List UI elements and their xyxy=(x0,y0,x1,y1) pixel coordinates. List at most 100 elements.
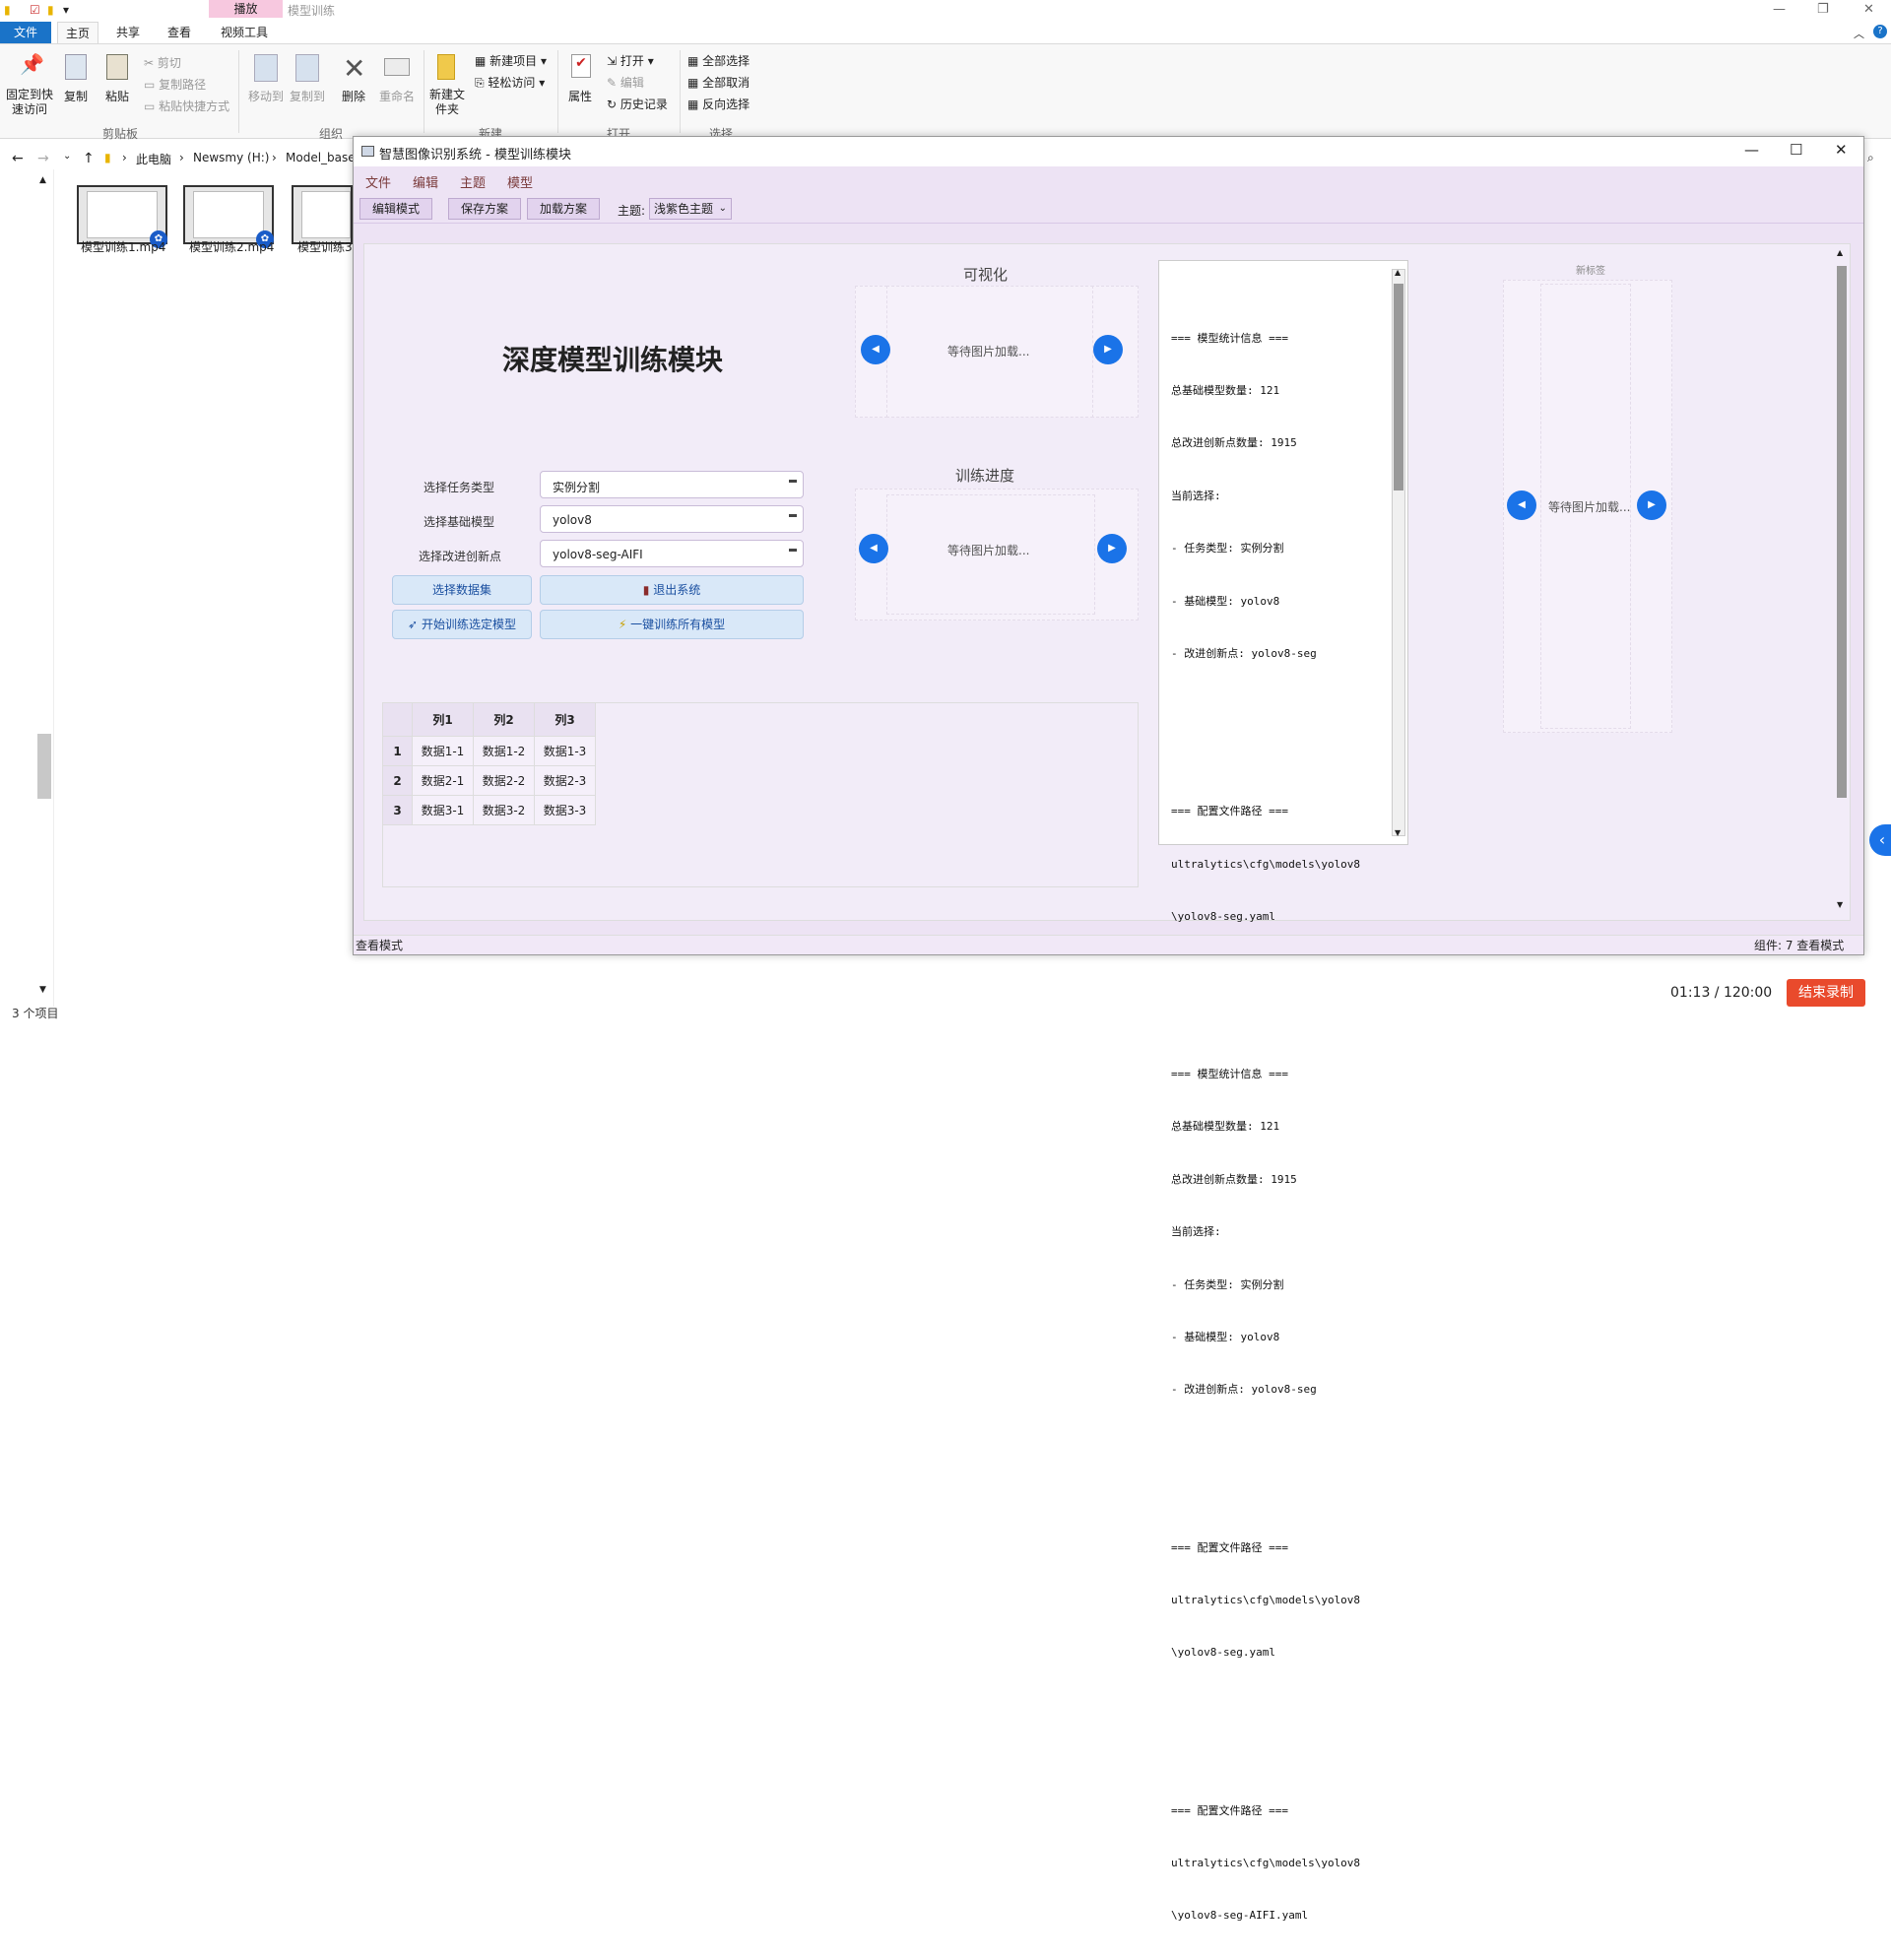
video-thumbnail[interactable] xyxy=(292,185,353,244)
close-icon[interactable]: ✕ xyxy=(1863,2,1874,17)
scroll-up-icon[interactable]: ▲ xyxy=(1395,268,1401,277)
base-model-combo[interactable]: yolov8 xyxy=(540,505,804,533)
table-cell[interactable]: 数据1-2 xyxy=(474,737,535,766)
train-selected-button[interactable]: ➶ 开始训练选定模型 xyxy=(392,610,532,639)
forward-icon[interactable]: → xyxy=(37,151,49,166)
table-cell[interactable]: 数据3-3 xyxy=(535,796,596,825)
properties-button[interactable]: 属性 xyxy=(565,88,595,104)
table-cell[interactable]: 数据2-1 xyxy=(413,766,474,796)
column-header[interactable]: 列2 xyxy=(474,703,535,737)
scroll-thumb[interactable] xyxy=(1837,266,1847,798)
easy-access-button[interactable]: ⎘ 轻松访问 ▾ xyxy=(475,74,545,91)
breadcrumb-item[interactable]: 此电脑 xyxy=(136,151,171,167)
copy-to-button[interactable]: 复制到 xyxy=(288,88,327,104)
table-cell[interactable]: 数据2-2 xyxy=(474,766,535,796)
invert-selection-button[interactable]: ▦ 反向选择 xyxy=(687,96,750,112)
new-folder-button[interactable]: 新建文件夹 xyxy=(429,88,465,117)
stop-recording-button[interactable]: 结束录制 xyxy=(1787,979,1865,1007)
recent-locations-icon[interactable]: ⌄ xyxy=(63,151,71,162)
restore-icon[interactable]: ❐ xyxy=(1817,2,1829,17)
paste-shortcut-button[interactable]: ▭ 粘贴快捷方式 xyxy=(144,98,229,114)
move-to-button[interactable]: 移动到 xyxy=(246,88,286,104)
breadcrumb-item[interactable]: Newsmy (H:) xyxy=(193,151,269,164)
video-thumbnail[interactable]: ✿ xyxy=(77,185,167,248)
menu-model[interactable]: 模型 xyxy=(507,172,533,191)
table-cell[interactable]: 数据1-1 xyxy=(413,737,474,766)
breadcrumb-item[interactable]: Model_base xyxy=(286,151,356,164)
video-thumbnail[interactable]: ✿ xyxy=(183,185,274,248)
tab-home[interactable]: 主页 xyxy=(57,22,99,43)
edit-button[interactable]: ✎ 编辑 xyxy=(607,74,644,91)
log-output[interactable]: === 模型统计信息 === 总基础模型数量: 121 总改进创新点数量: 19… xyxy=(1158,260,1408,1922)
navigation-scrollbar[interactable]: ▲ ▼ xyxy=(37,175,53,995)
save-scheme-button[interactable]: 保存方案 xyxy=(448,198,521,220)
table-cell[interactable]: 数据3-1 xyxy=(413,796,474,825)
file-name[interactable]: 模型训练3. xyxy=(297,238,356,255)
file-name[interactable]: 模型训练1.mp4 xyxy=(81,238,165,255)
up-icon[interactable]: ↑ xyxy=(83,151,95,166)
menu-theme[interactable]: 主题 xyxy=(460,172,486,191)
select-all-button[interactable]: ▦ 全部选择 xyxy=(687,52,750,69)
menu-file[interactable]: 文件 xyxy=(365,172,391,191)
edit-mode-button[interactable]: 编辑模式 xyxy=(359,198,432,220)
prev-newtab-button[interactable]: ◀ xyxy=(1507,490,1536,520)
task-type-combo[interactable]: 实例分割 xyxy=(540,471,804,498)
scroll-down-icon[interactable]: ▼ xyxy=(1837,900,1843,909)
theme-select[interactable]: 浅紫色主题 ⌄ xyxy=(649,198,732,220)
cut-button[interactable]: ✂ 剪切 xyxy=(144,54,181,71)
tab-view[interactable]: 查看 xyxy=(160,22,199,43)
copy-path-button[interactable]: ▭ 复制路径 xyxy=(144,76,206,93)
ribbon-collapse-icon[interactable]: ︿ xyxy=(1854,26,1864,41)
log-scrollbar[interactable]: ▲ ▼ xyxy=(1392,268,1405,837)
table-cell[interactable]: 数据1-3 xyxy=(535,737,596,766)
new-folder-icon[interactable]: ▮ xyxy=(47,3,54,17)
row-header[interactable]: 2 xyxy=(383,766,413,796)
file-name[interactable]: 模型训练2.mp4 xyxy=(189,238,274,255)
back-icon[interactable]: ← xyxy=(12,151,24,166)
open-button[interactable]: ⇲ 打开 ▾ xyxy=(607,52,654,69)
minimize-icon[interactable]: — xyxy=(1744,141,1759,159)
copy-button[interactable]: 复制 xyxy=(61,88,91,104)
prev-progress-button[interactable]: ◀ xyxy=(859,534,888,563)
scroll-up-icon[interactable]: ▲ xyxy=(39,175,46,185)
load-scheme-button[interactable]: 加载方案 xyxy=(527,198,600,220)
scroll-thumb[interactable] xyxy=(1394,284,1403,490)
maximize-icon[interactable]: ☐ xyxy=(1790,141,1802,159)
tab-video-tools[interactable]: 视频工具 xyxy=(213,22,276,43)
rename-button[interactable]: 重命名 xyxy=(376,88,418,104)
quick-access-dropdown-icon[interactable]: ▾ xyxy=(63,3,69,17)
select-dataset-button[interactable]: 选择数据集 xyxy=(392,575,532,605)
scroll-thumb[interactable] xyxy=(37,734,51,799)
pin-quick-access-button[interactable]: 固定到快速访问 xyxy=(4,88,55,117)
help-icon[interactable]: ? xyxy=(1873,25,1887,38)
row-header[interactable]: 1 xyxy=(383,737,413,766)
next-newtab-button[interactable]: ▶ xyxy=(1637,490,1666,520)
innovation-combo[interactable]: yolov8-seg-AIFI xyxy=(540,540,804,567)
check-icon[interactable]: ☑ xyxy=(30,3,40,17)
content-scrollbar[interactable]: ▲ ▼ xyxy=(1836,248,1848,915)
row-header[interactable]: 3 xyxy=(383,796,413,825)
table-cell[interactable]: 数据2-3 xyxy=(535,766,596,796)
tab-share[interactable]: 共享 xyxy=(108,22,148,43)
close-icon[interactable]: ✕ xyxy=(1835,141,1848,159)
delete-button[interactable]: 删除 xyxy=(339,88,368,104)
next-image-button[interactable]: ▶ xyxy=(1093,335,1123,364)
column-header[interactable]: 列1 xyxy=(413,703,474,737)
scroll-up-icon[interactable]: ▲ xyxy=(1837,248,1843,257)
context-tab-play[interactable]: 播放 xyxy=(209,0,283,18)
scroll-down-icon[interactable]: ▼ xyxy=(39,985,46,995)
column-header[interactable]: 列3 xyxy=(535,703,596,737)
paste-button[interactable]: 粘贴 xyxy=(102,88,132,104)
train-all-button[interactable]: ⚡ 一键训练所有模型 xyxy=(540,610,804,639)
prev-image-button[interactable]: ◀ xyxy=(861,335,890,364)
select-none-button[interactable]: ▦ 全部取消 xyxy=(687,74,750,91)
tab-file[interactable]: 文件 xyxy=(0,22,51,43)
minimize-icon[interactable]: — xyxy=(1773,2,1786,17)
menu-edit[interactable]: 编辑 xyxy=(413,172,438,191)
new-item-button[interactable]: ▦ 新建项目 ▾ xyxy=(475,52,547,69)
search-icon[interactable]: ⌕ xyxy=(1867,151,1874,165)
next-progress-button[interactable]: ▶ xyxy=(1097,534,1127,563)
scroll-down-icon[interactable]: ▼ xyxy=(1395,828,1401,837)
history-button[interactable]: ↻ 历史记录 xyxy=(607,96,668,112)
table-cell[interactable]: 数据3-2 xyxy=(474,796,535,825)
